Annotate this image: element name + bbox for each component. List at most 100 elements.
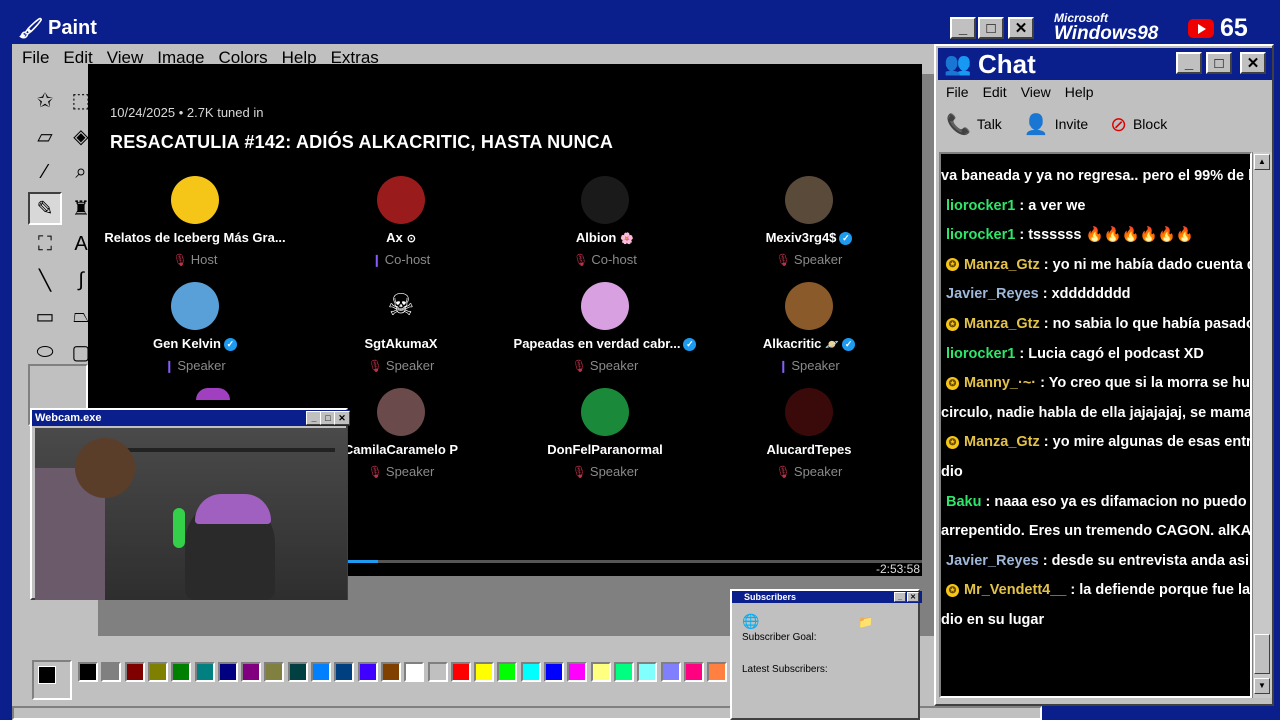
eraser-icon[interactable]: ▱ (28, 120, 62, 153)
palette-swatch[interactable] (357, 662, 378, 682)
block-button[interactable]: ⊘ Block (1110, 112, 1167, 137)
pencil-icon[interactable]: ✎ (28, 192, 62, 225)
palette-swatch[interactable] (683, 662, 704, 682)
palette-swatch[interactable] (660, 662, 681, 682)
hidden-avatar (196, 388, 230, 400)
palette-swatch[interactable] (707, 662, 728, 682)
time-remaining: -2:53:58 (875, 562, 920, 576)
palette-swatch[interactable] (450, 662, 471, 682)
participant[interactable]: Papeadas en verdad cabr... ✓ 🎙 Speaker (500, 282, 710, 373)
chat-scrollbar[interactable]: ▲ ▼ (1252, 152, 1272, 698)
subscribers-minimize-button[interactable]: _ (894, 592, 906, 602)
participant[interactable]: Alkacritic 🪐 ✓ ❙ Speaker (704, 282, 914, 373)
palette-swatch[interactable] (544, 662, 564, 682)
chat-text: : naaa eso ya es difamacion no puedo cre (985, 493, 1252, 510)
avatar (377, 176, 425, 224)
palette-swatch[interactable] (147, 662, 168, 682)
chat-menu-help[interactable]: Help (1065, 84, 1094, 100)
participant-name-text: Gen Kelvin (153, 336, 221, 351)
palette-swatch[interactable] (101, 662, 122, 682)
chat-username[interactable]: Javier_Reyes (946, 286, 1039, 302)
palette-swatch[interactable] (241, 662, 262, 682)
chat-username[interactable]: Manza_Gtz (964, 316, 1040, 332)
palette-swatch[interactable] (520, 662, 541, 682)
chat-menu-bar: File Edit View Help (946, 82, 1108, 102)
palette-swatch[interactable] (590, 662, 611, 682)
participant[interactable]: Albion 🌸 🎙 Co-host (500, 176, 710, 267)
participant[interactable]: Mexiv3rg4$ ✓ 🎙 Speaker (704, 176, 914, 267)
free-select-icon[interactable]: ✩ (28, 84, 62, 117)
palette-swatch[interactable] (613, 662, 634, 682)
airbrush-icon[interactable]: ⛶ (28, 228, 62, 261)
chat-menu-edit[interactable]: Edit (983, 84, 1007, 100)
scroll-up-button[interactable]: ▲ (1254, 154, 1270, 170)
palette-swatch[interactable] (567, 662, 588, 682)
block-label: Block (1132, 116, 1168, 132)
palette-swatch[interactable] (171, 662, 192, 682)
participant-role-text: Speaker (793, 252, 843, 268)
palette-swatch[interactable] (287, 662, 308, 682)
palette-swatch[interactable] (637, 662, 658, 682)
shelf (125, 448, 335, 452)
playback-progress[interactable] (348, 560, 922, 563)
chat-title: Chat (978, 48, 1036, 79)
chat-username[interactable]: liorocker1 (946, 227, 1015, 243)
palette-swatch[interactable] (334, 662, 355, 682)
current-colors[interactable] (32, 660, 72, 700)
palette-swatch[interactable] (194, 662, 215, 682)
chat-username[interactable]: Manza_Gtz (964, 434, 1040, 450)
invite-button[interactable]: 👤 Invite (1024, 112, 1088, 137)
webcam-title[interactable]: Webcam.exe (32, 410, 350, 426)
scroll-down-button[interactable]: ▼ (1254, 678, 1270, 694)
palette-swatch[interactable] (474, 662, 495, 682)
youtube-badge-icon (939, 231, 941, 240)
menu-file[interactable]: File (22, 48, 49, 68)
color-picker-icon[interactable]: ⁄ (28, 156, 62, 189)
palette-swatch[interactable] (404, 662, 425, 682)
paint-title-bar[interactable]: 🖌 Paint (12, 12, 1042, 44)
chat-username[interactable]: Baku (946, 494, 981, 510)
participant[interactable]: AlucardTepes 🎙 Speaker (704, 388, 914, 479)
chat-username[interactable]: Javier_Reyes (946, 553, 1039, 569)
chat-maximize-button[interactable]: □ (1206, 52, 1232, 74)
palette-swatch[interactable] (78, 662, 98, 682)
palette-swatch[interactable] (380, 662, 401, 682)
participant[interactable]: ☠ SgtAkumaX 🎙 Speaker (296, 282, 506, 373)
chat-text: circulo, nadie habla de ella jajajajaj, … (941, 404, 1252, 421)
palette-swatch[interactable] (311, 662, 331, 682)
chat-log[interactable]: va baneada y ya no regresa.. pero el 99%… (939, 152, 1252, 698)
paint-minimize-button[interactable]: _ (950, 17, 976, 39)
participant-role: 🎙 Speaker (704, 464, 914, 479)
paint-maximize-button[interactable]: □ (978, 17, 1004, 39)
youtube-badge-icon (939, 320, 941, 329)
participant[interactable]: Gen Kelvin ✓ ❙ Speaker (90, 282, 300, 373)
participant[interactable]: DonFelParanormal 🎙 Speaker (500, 388, 710, 479)
chat-username[interactable]: Manny_·~· (964, 375, 1036, 391)
chat-username[interactable]: liorocker1 (946, 198, 1015, 214)
palette-swatch[interactable] (217, 662, 238, 682)
talk-button[interactable]: 📞 Talk (946, 112, 1002, 137)
line-tool-icon[interactable]: ╲ (28, 264, 62, 297)
chat-text: dio en su lugar (941, 611, 1045, 628)
scroll-thumb[interactable] (1254, 634, 1270, 674)
webcam-close-button[interactable]: ✕ (334, 411, 350, 425)
chat-menu-file[interactable]: File (946, 84, 969, 100)
youtube-badge-icon (939, 438, 941, 447)
chat-username[interactable]: liorocker1 (946, 346, 1015, 362)
chat-menu-view[interactable]: View (1021, 84, 1051, 100)
youtube-badge-icon (939, 556, 941, 565)
chat-username[interactable]: Mr_Vendett4__ (964, 582, 1066, 598)
palette-swatch[interactable] (264, 662, 285, 682)
paint-close-button[interactable]: ✕ (1008, 17, 1034, 39)
palette-swatch[interactable] (124, 662, 145, 682)
chat-minimize-button[interactable]: _ (1176, 52, 1202, 74)
chat-message: Baku : naaa eso ya es difamacion no pued… (941, 488, 1252, 518)
participant[interactable]: Relatos de Iceberg Más Gra... 🎙 Host (90, 176, 300, 267)
participant[interactable]: Ax ⊙ ❙ Co-host (296, 176, 506, 267)
rectangle-tool-icon[interactable]: ▭ (28, 300, 62, 333)
palette-swatch[interactable] (497, 662, 518, 682)
subscribers-close-button[interactable]: ✕ (907, 592, 919, 602)
chat-close-button[interactable]: ✕ (1240, 52, 1266, 74)
chat-username[interactable]: Manza_Gtz (964, 257, 1040, 273)
palette-swatch[interactable] (427, 662, 448, 682)
